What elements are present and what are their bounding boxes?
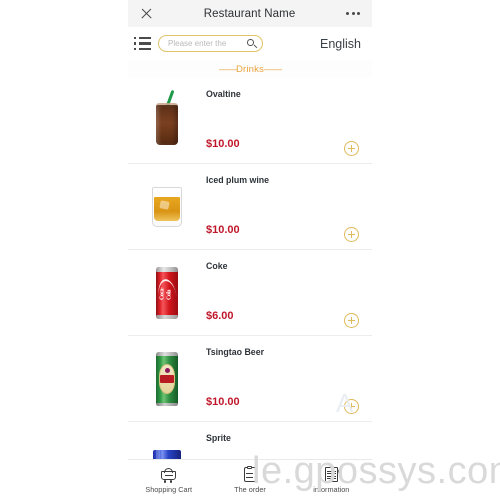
phone-screen: Restaurant Name Please enter the English… xyxy=(128,0,372,500)
product-info: Sprite xyxy=(196,429,360,459)
nav-label: information xyxy=(313,485,350,494)
nav-item-shopping-cart[interactable]: Shopping Cart xyxy=(128,466,209,494)
nav-item-the-order[interactable]: The order xyxy=(209,465,290,494)
language-selector[interactable]: English xyxy=(320,37,361,51)
section-label: Drinks xyxy=(235,63,265,75)
section-dash-left: —— xyxy=(218,63,237,75)
menu-line xyxy=(134,37,151,40)
product-thumbnail: Coca-Cola xyxy=(138,257,196,328)
tsingtao-can-image xyxy=(156,351,178,406)
product-info: Tsingtao Beer $10.00 xyxy=(196,343,360,414)
dot xyxy=(346,12,349,15)
product-list[interactable]: —— Drinks —— Ovaltine $10.00 Iced plum w… xyxy=(128,60,372,459)
product-name: Ovaltine xyxy=(206,89,241,99)
search-icon[interactable] xyxy=(247,39,257,49)
product-thumbnail xyxy=(138,85,196,156)
menu-line xyxy=(134,47,151,50)
nav-item-information[interactable]: information xyxy=(291,466,372,494)
close-icon[interactable] xyxy=(140,7,153,20)
list-item[interactable]: Tsingtao Beer $10.00 xyxy=(128,336,372,422)
bottom-navigation: Shopping Cart The order information xyxy=(128,459,372,500)
ovaltine-glass-image xyxy=(155,89,179,145)
add-to-cart-button[interactable] xyxy=(344,313,359,328)
product-thumbnail xyxy=(138,429,196,459)
product-info: Ovaltine $10.00 xyxy=(196,85,360,156)
menu-line xyxy=(134,42,151,45)
product-name: Coke xyxy=(206,261,228,271)
list-item[interactable]: Ovaltine $10.00 xyxy=(128,78,372,164)
order-document-icon xyxy=(241,465,258,483)
product-info: Coke $6.00 xyxy=(196,257,360,328)
plum-wine-glass-image xyxy=(152,186,182,227)
section-dash-right: —— xyxy=(264,63,282,75)
product-price: $10.00 xyxy=(206,224,240,236)
product-thumbnail xyxy=(138,343,196,414)
shopping-cart-icon xyxy=(160,466,177,483)
section-header-drinks: —— Drinks —— xyxy=(128,60,372,78)
search-placeholder: Please enter the xyxy=(168,39,227,48)
search-input[interactable]: Please enter the xyxy=(158,35,263,52)
nav-label: The order xyxy=(234,485,266,494)
page-title: Restaurant Name xyxy=(203,7,296,20)
product-price: $10.00 xyxy=(206,138,240,150)
product-info: Iced plum wine $10.00 xyxy=(196,171,360,242)
list-item[interactable]: Coca-Cola Coke $6.00 xyxy=(128,250,372,336)
list-item[interactable]: Iced plum wine $10.00 xyxy=(128,164,372,250)
sprite-can-image xyxy=(153,449,181,459)
more-options-icon[interactable] xyxy=(346,12,360,15)
dot xyxy=(351,12,355,15)
product-thumbnail xyxy=(138,171,196,242)
list-item[interactable]: Sprite xyxy=(128,422,372,459)
search-toolbar: Please enter the English xyxy=(128,27,372,60)
information-document-icon xyxy=(323,466,343,483)
product-name: Iced plum wine xyxy=(206,175,270,185)
product-price: $10.00 xyxy=(206,396,240,408)
add-to-cart-button[interactable] xyxy=(344,141,359,156)
list-menu-icon[interactable] xyxy=(134,37,151,50)
dot xyxy=(357,12,360,15)
product-name: Sprite xyxy=(206,433,231,443)
titlebar: Restaurant Name xyxy=(128,0,372,27)
product-name: Tsingtao Beer xyxy=(206,347,265,357)
product-price: $6.00 xyxy=(206,310,234,322)
coke-can-image: Coca-Cola xyxy=(156,266,178,319)
add-to-cart-button[interactable] xyxy=(344,399,359,414)
add-to-cart-button[interactable] xyxy=(344,227,359,242)
nav-label: Shopping Cart xyxy=(145,485,192,494)
